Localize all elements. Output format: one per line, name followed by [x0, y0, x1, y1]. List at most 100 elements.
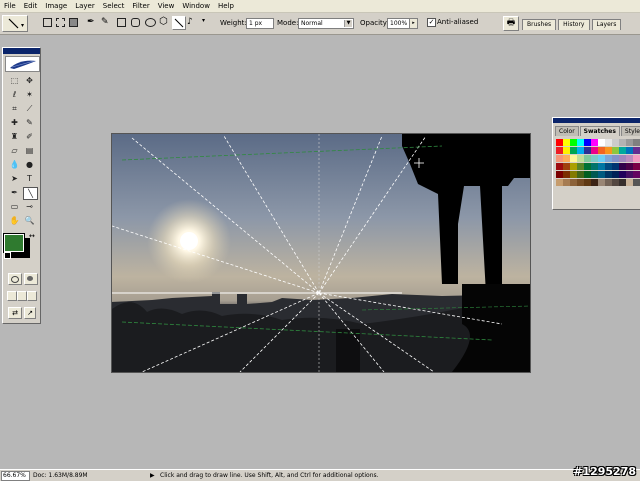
swatch[interactable] [605, 155, 612, 162]
rectangular-marquee-tool-icon[interactable]: ⬚ [8, 75, 21, 86]
swatch[interactable] [563, 163, 570, 170]
menu-layer[interactable]: Layer [71, 0, 99, 12]
brush-tool-icon[interactable]: ✎ [23, 117, 36, 128]
swatch[interactable] [619, 155, 626, 162]
history-brush-tool-icon[interactable]: ✐ [23, 131, 36, 142]
menu-select[interactable]: Select [99, 0, 129, 12]
menu-window[interactable]: Window [178, 0, 214, 12]
swatch[interactable] [626, 171, 633, 178]
swatch[interactable] [626, 155, 633, 162]
swatch[interactable] [612, 163, 619, 170]
swatch[interactable] [626, 147, 633, 154]
opacity-input[interactable]: 100% [387, 18, 411, 29]
tab-color[interactable]: Color [555, 126, 579, 136]
swatch[interactable] [633, 179, 640, 186]
quick-mask-button[interactable] [24, 273, 38, 285]
tool-preset-picker[interactable]: ▾ [2, 15, 28, 32]
swatch[interactable] [577, 147, 584, 154]
swatch[interactable] [570, 163, 577, 170]
healing-brush-tool-icon[interactable]: ✚ [8, 117, 21, 128]
shape-options-arrow-icon[interactable]: ▾ [202, 17, 205, 24]
swatch[interactable] [598, 163, 605, 170]
menu-edit[interactable]: Edit [20, 0, 42, 12]
full-screen-menu-mode-button[interactable] [17, 291, 27, 301]
rounded-rectangle-icon[interactable] [131, 18, 140, 27]
gradient-tool-icon[interactable]: ▤ [23, 145, 36, 156]
swatch[interactable] [619, 179, 626, 186]
zoom-tool-icon[interactable]: 🔍 [23, 215, 36, 226]
blur-tool-icon[interactable]: 💧 [8, 159, 21, 170]
eyedropper-tool-icon[interactable]: ⊸ [23, 201, 36, 212]
swatch[interactable] [612, 171, 619, 178]
swatch[interactable] [577, 179, 584, 186]
swatch[interactable] [612, 139, 619, 146]
eraser-tool-icon[interactable]: ▱ [8, 145, 21, 156]
imageready-jump-button[interactable]: ⇄ [8, 307, 22, 319]
magic-wand-tool-icon[interactable]: ✶ [23, 89, 36, 100]
tab-swatches[interactable]: Swatches [579, 126, 620, 136]
menu-help[interactable]: Help [214, 0, 238, 12]
swatch[interactable] [626, 179, 633, 186]
swatch[interactable] [598, 147, 605, 154]
swatch[interactable] [591, 163, 598, 170]
foreground-color-swatch[interactable] [3, 233, 25, 253]
swatch[interactable] [584, 179, 591, 186]
swatch[interactable] [556, 155, 563, 162]
full-screen-mode-button[interactable] [27, 291, 37, 301]
polygon-shape-icon[interactable]: ⬡ [159, 16, 168, 27]
swatch[interactable] [619, 147, 626, 154]
tab-layers[interactable]: Layers [591, 19, 622, 30]
swatch[interactable] [570, 147, 577, 154]
swatch[interactable] [598, 139, 605, 146]
swatch[interactable] [570, 171, 577, 178]
pen-tool-icon[interactable]: ✒ [8, 187, 21, 198]
line-shape-button[interactable] [172, 16, 186, 30]
swatch[interactable] [577, 171, 584, 178]
adobe-online-button[interactable] [5, 56, 40, 72]
swatch[interactable] [556, 179, 563, 186]
menu-file[interactable]: File [0, 0, 20, 12]
clone-stamp-tool-icon[interactable]: ♜ [8, 131, 21, 142]
slice-tool-icon[interactable]: ⟋ [23, 103, 36, 114]
jump-arrow-icon[interactable]: ↗ [24, 307, 36, 319]
swatch[interactable] [584, 139, 591, 146]
swap-colors-icon[interactable]: ↔ [29, 232, 35, 240]
fill-pixels-icon[interactable] [69, 18, 78, 27]
swatch[interactable] [563, 139, 570, 146]
swatch[interactable] [612, 155, 619, 162]
palette-title-bar[interactable] [553, 118, 640, 123]
swatch[interactable] [584, 155, 591, 162]
swatch[interactable] [605, 179, 612, 186]
swatch[interactable] [584, 147, 591, 154]
menu-view[interactable]: View [154, 0, 179, 12]
swatch[interactable] [584, 163, 591, 170]
swatch[interactable] [556, 171, 563, 178]
swatch[interactable] [556, 147, 563, 154]
swatch[interactable] [612, 179, 619, 186]
rectangle-shape-icon[interactable] [117, 18, 126, 27]
swatch[interactable] [570, 139, 577, 146]
standard-mode-button[interactable] [8, 273, 22, 285]
ellipse-shape-icon[interactable] [145, 18, 156, 27]
opacity-slider-arrow-icon[interactable]: ▸ [409, 18, 418, 29]
swatch[interactable] [626, 139, 633, 146]
tab-style[interactable]: Style [620, 126, 640, 136]
swatch[interactable] [605, 139, 612, 146]
swatch[interactable] [633, 163, 640, 170]
swatch[interactable] [563, 179, 570, 186]
path-selection-tool-icon[interactable]: ➤ [8, 173, 21, 184]
swatch[interactable] [605, 163, 612, 170]
status-menu-arrow-icon[interactable]: ▶ [150, 470, 155, 481]
tab-history[interactable]: History [558, 19, 590, 30]
swatch[interactable] [605, 147, 612, 154]
swatch[interactable] [577, 155, 584, 162]
notes-tool-icon[interactable]: ▭ [8, 201, 21, 212]
swatch[interactable] [563, 147, 570, 154]
swatch[interactable] [605, 171, 612, 178]
swatch[interactable] [598, 179, 605, 186]
swatch[interactable] [570, 155, 577, 162]
swatch[interactable] [577, 163, 584, 170]
menu-filter[interactable]: Filter [128, 0, 153, 12]
custom-shape-icon[interactable]: ♪ [187, 17, 193, 27]
tab-brushes[interactable]: Brushes [522, 19, 557, 30]
